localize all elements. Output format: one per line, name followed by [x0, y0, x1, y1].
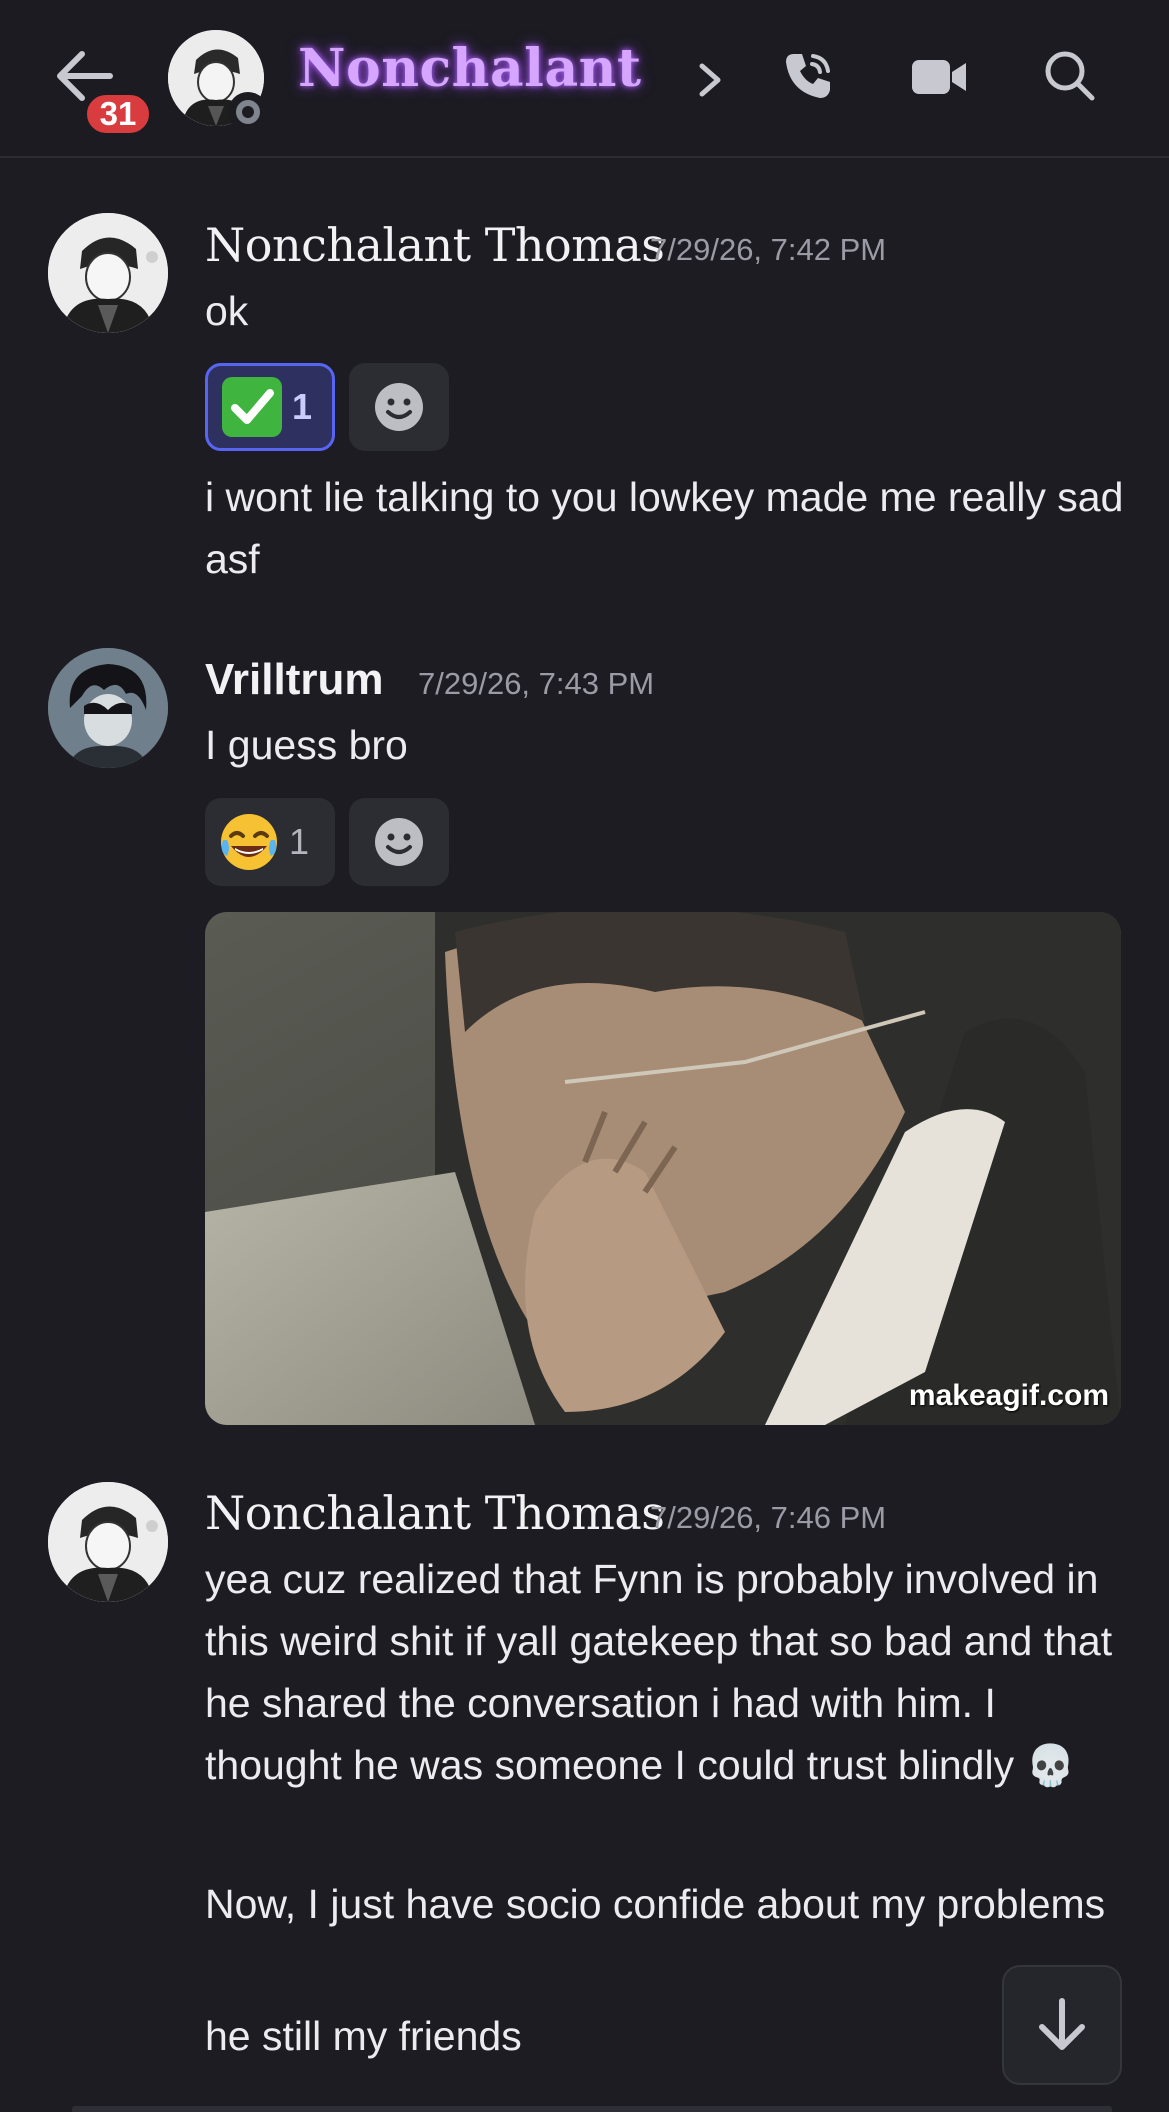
- channel-header: 31 Nonchalant: [0, 0, 1169, 158]
- add-reaction-button[interactable]: [349, 798, 449, 886]
- message-author[interactable]: Nonchalant Thomas: [205, 1486, 665, 1540]
- reaction-count: 1: [289, 821, 310, 862]
- message-text-content: yea cuz realized that Fynn is probably i…: [205, 1556, 1113, 1788]
- user-avatar[interactable]: [48, 1482, 168, 1602]
- user-avatar[interactable]: [48, 213, 168, 333]
- message-text: Now, I just have socio confide about my …: [205, 1881, 1106, 1927]
- message-timestamp: 7/29/26, 7:43 PM: [418, 666, 655, 701]
- smiley-face-icon: [375, 383, 423, 431]
- gif-watermark: makeagif.com: [908, 1379, 1109, 1412]
- avatar-image: [48, 1482, 168, 1602]
- user-avatar[interactable]: [48, 648, 168, 768]
- jump-to-bottom-button[interactable]: [1002, 1965, 1122, 2085]
- arrow-down-icon: [1039, 1998, 1085, 2050]
- avatar-image: [48, 213, 168, 333]
- message-timestamp: 7/29/26, 7:42 PM: [650, 232, 887, 267]
- message-input-edge: [72, 2106, 1112, 2112]
- skull-emoji-icon: 💀: [1025, 1744, 1076, 1788]
- message-author[interactable]: Nonchalant Thomas: [205, 218, 665, 272]
- search-icon: [1045, 51, 1095, 101]
- message-text: he still my friends: [205, 2013, 522, 2059]
- smiley-face-icon: [375, 818, 423, 866]
- reaction-check-mark[interactable]: 1: [205, 363, 335, 451]
- message-text: I guess bro: [205, 722, 408, 768]
- message-text: ok: [205, 288, 249, 334]
- message-timestamp: 7/29/26, 7:46 PM: [650, 1500, 887, 1535]
- face-with-tears-of-joy-icon: [221, 814, 277, 870]
- video-camera-icon: [912, 60, 966, 94]
- reaction-count: 1: [292, 386, 313, 427]
- phone-icon: [786, 54, 830, 98]
- video-call-button[interactable]: [910, 52, 968, 102]
- add-reaction-button[interactable]: [349, 363, 449, 451]
- check-mark-button-icon: [222, 377, 282, 437]
- chevron-right-icon[interactable]: [694, 58, 726, 102]
- reaction-laughing[interactable]: 1: [205, 798, 335, 886]
- gif-attachment[interactable]: makeagif.com: [205, 912, 1121, 1425]
- channel-title[interactable]: Nonchalant: [298, 38, 641, 99]
- voice-call-button[interactable]: [780, 48, 836, 104]
- message-text: i wont lie talking to you lowkey made me…: [205, 474, 1124, 582]
- search-button[interactable]: [1042, 48, 1098, 104]
- status-indicator: [228, 92, 268, 132]
- gif-image: [205, 912, 1121, 1425]
- message-author[interactable]: Vrilltrum: [205, 655, 384, 705]
- message-text: yea cuz realized that Fynn is probably i…: [205, 1548, 1135, 1797]
- avatar-image: [48, 648, 168, 768]
- unread-count-badge: 31: [82, 90, 154, 138]
